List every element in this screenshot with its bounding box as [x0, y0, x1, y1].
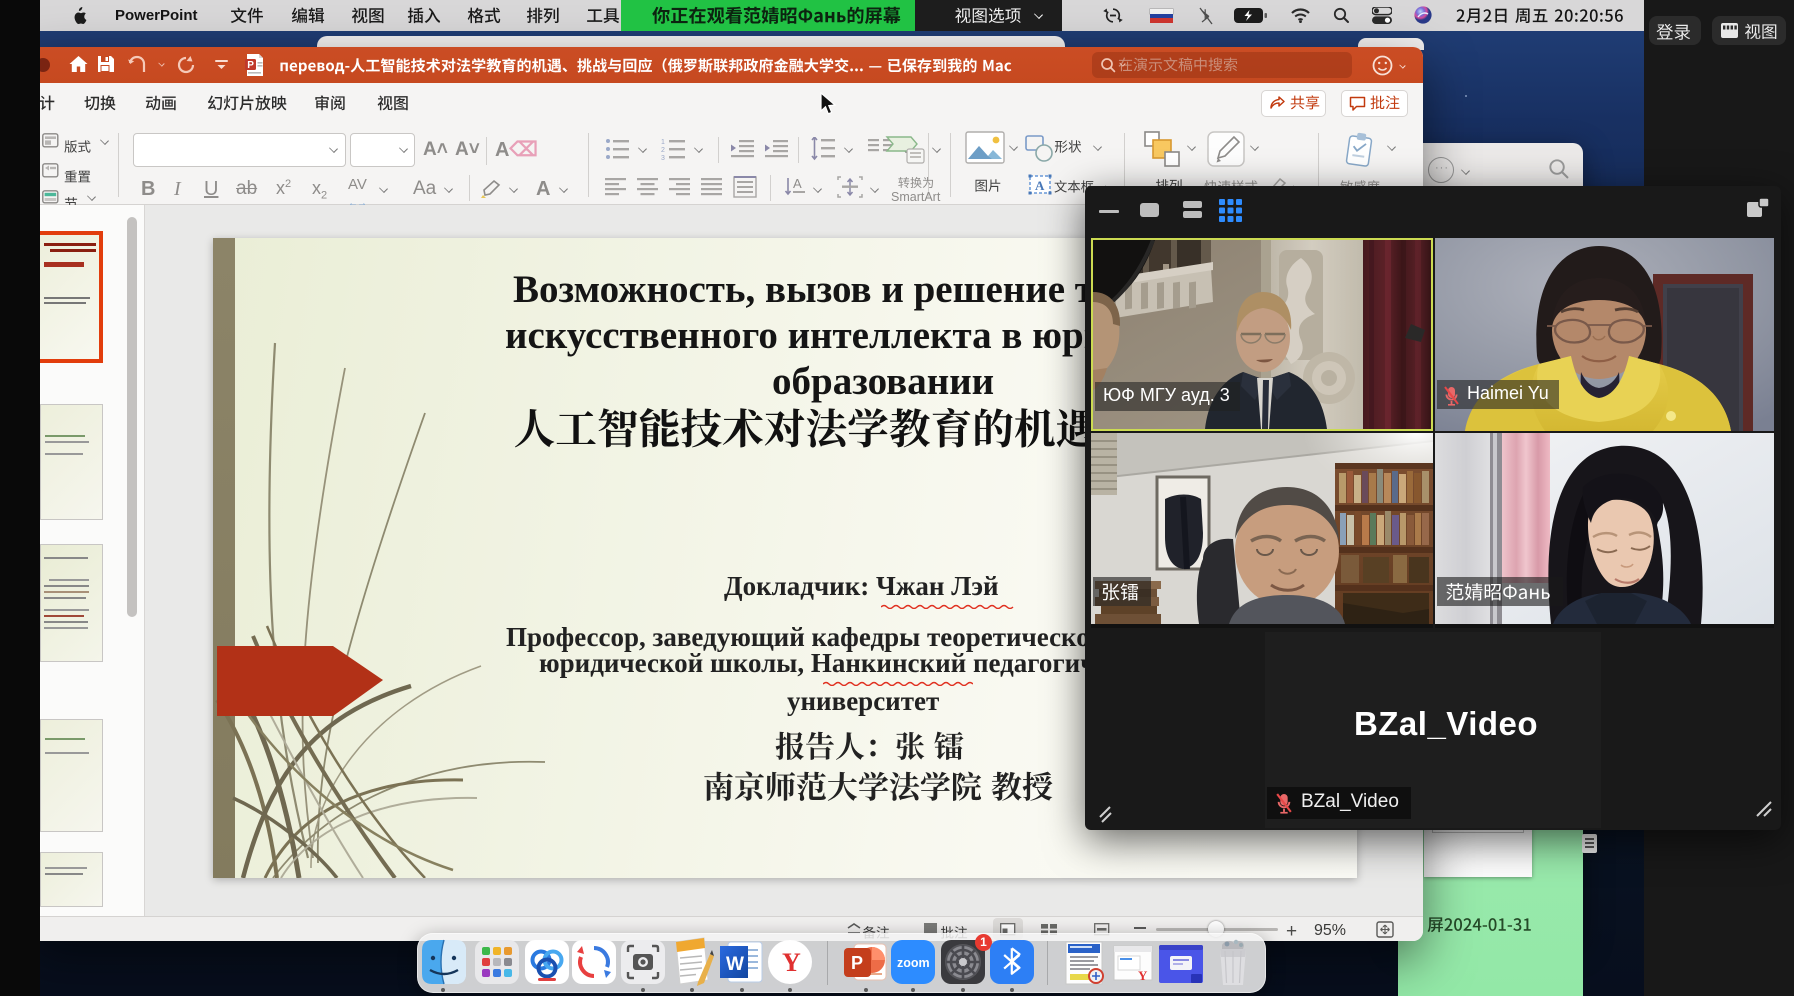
svg-text:A: A	[793, 176, 802, 191]
svg-text:3: 3	[661, 155, 665, 161]
svg-text:P: P	[247, 60, 254, 71]
svg-text:2: 2	[661, 147, 665, 154]
svg-text:W: W	[726, 954, 744, 975]
svg-text:Y: Y	[1138, 968, 1148, 983]
svg-text:A: A	[1035, 178, 1045, 193]
svg-text:Y: Y	[782, 948, 801, 977]
svg-text:zoom: zoom	[897, 956, 930, 970]
svg-text:P: P	[851, 953, 863, 973]
svg-text:1: 1	[661, 139, 665, 146]
